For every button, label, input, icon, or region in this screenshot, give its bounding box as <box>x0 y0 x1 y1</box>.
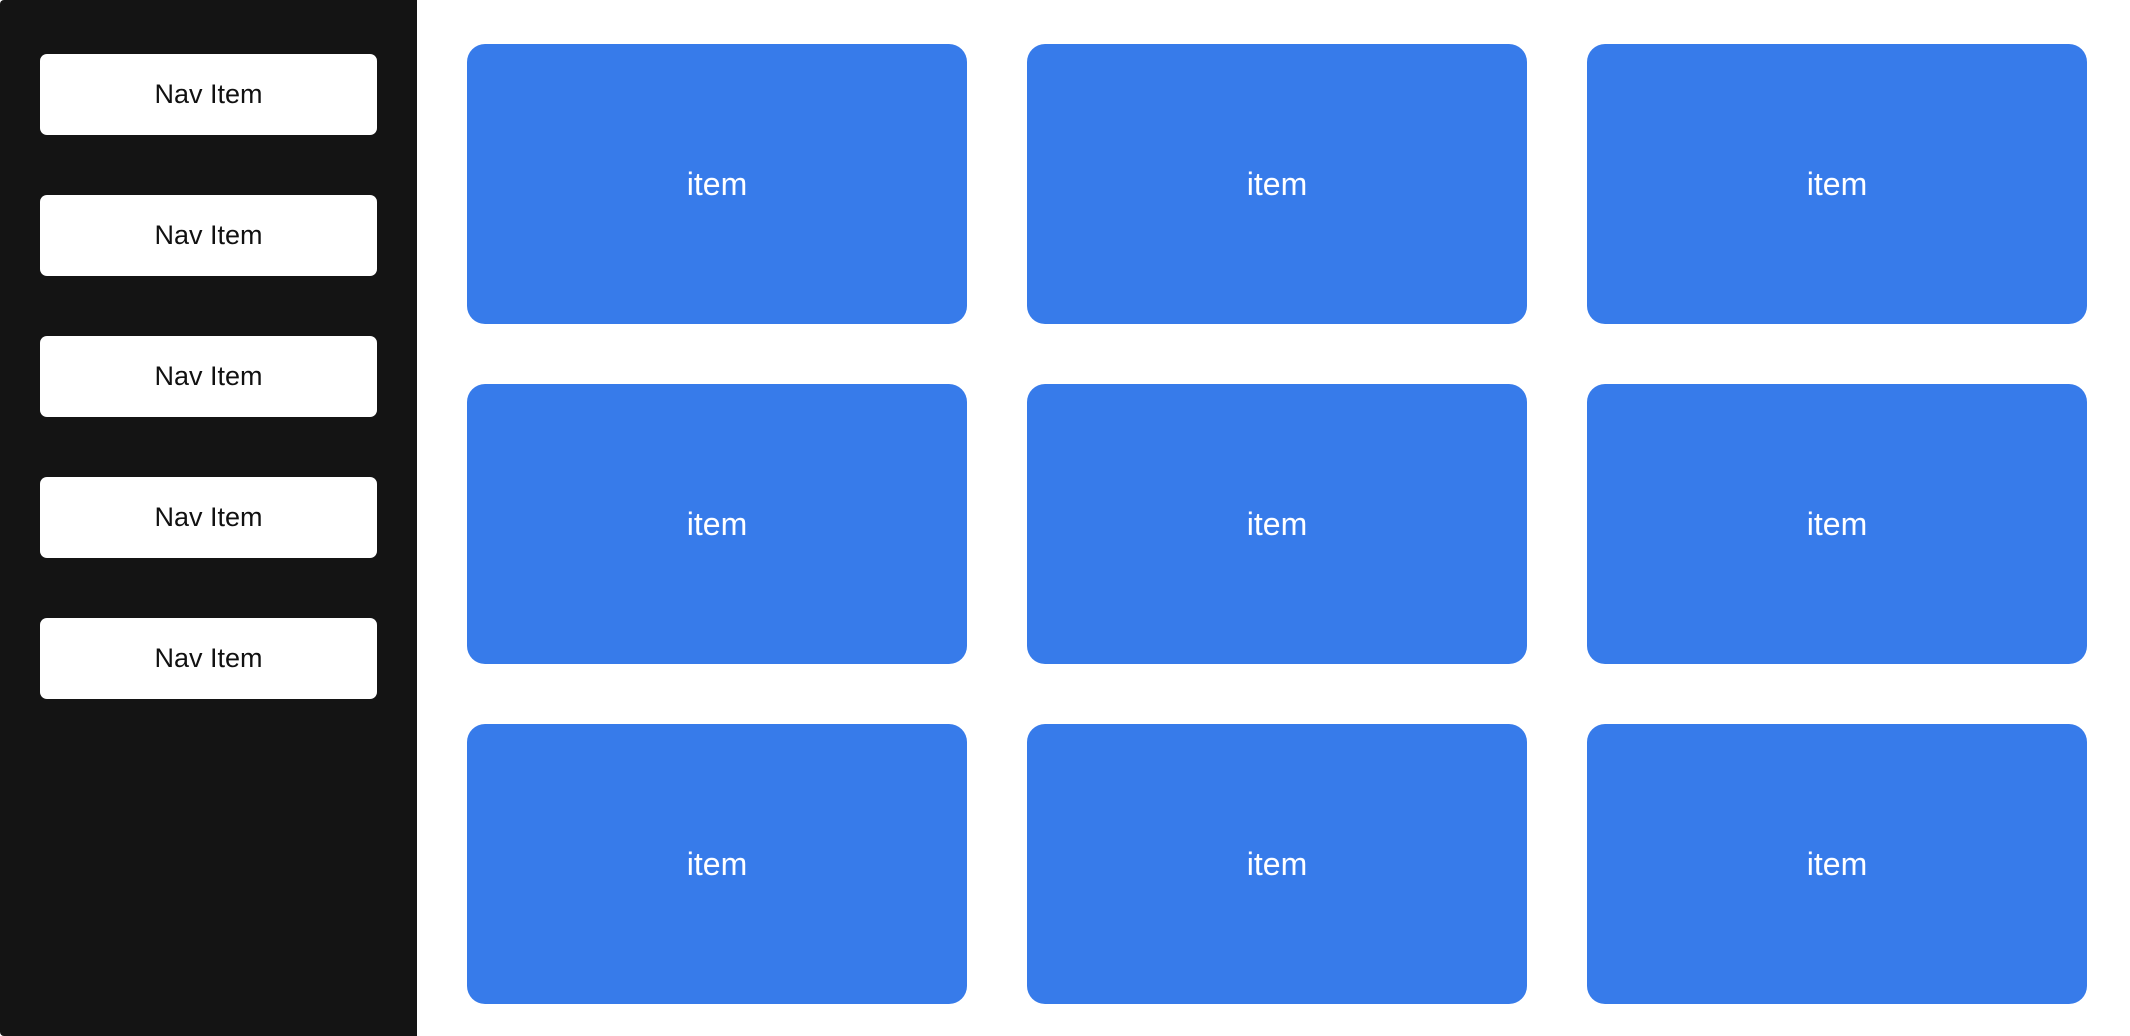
content-grid: item item item item item item item item … <box>417 0 2130 1036</box>
nav-item-2[interactable]: Nav Item <box>40 195 377 276</box>
grid-item-4[interactable]: item <box>467 384 967 664</box>
grid-item-8[interactable]: item <box>1027 724 1527 1004</box>
grid-item-7[interactable]: item <box>467 724 967 1004</box>
grid-item-3[interactable]: item <box>1587 44 2087 324</box>
grid-item-5[interactable]: item <box>1027 384 1527 664</box>
nav-item-1[interactable]: Nav Item <box>40 54 377 135</box>
grid-item-2[interactable]: item <box>1027 44 1527 324</box>
grid-item-6[interactable]: item <box>1587 384 2087 664</box>
nav-item-4[interactable]: Nav Item <box>40 477 377 558</box>
sidebar: Nav Item Nav Item Nav Item Nav Item Nav … <box>0 0 417 1036</box>
grid-item-9[interactable]: item <box>1587 724 2087 1004</box>
nav-item-5[interactable]: Nav Item <box>40 618 377 699</box>
nav-item-3[interactable]: Nav Item <box>40 336 377 417</box>
app-window: Nav Item Nav Item Nav Item Nav Item Nav … <box>0 0 2130 1036</box>
grid-item-1[interactable]: item <box>467 44 967 324</box>
